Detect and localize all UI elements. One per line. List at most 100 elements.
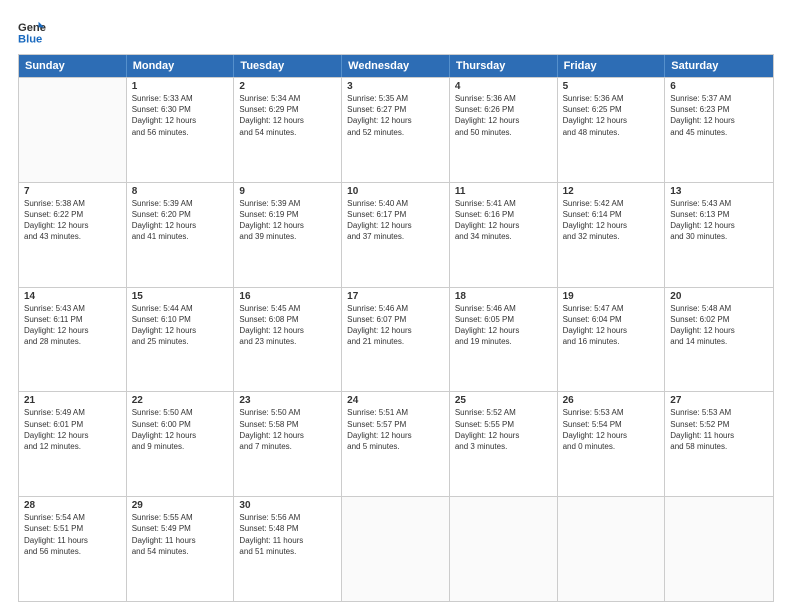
- cell-info: Sunrise: 5:39 AM Sunset: 6:20 PM Dayligh…: [132, 198, 229, 243]
- cell-info: Sunrise: 5:56 AM Sunset: 5:48 PM Dayligh…: [239, 512, 336, 557]
- calendar-body: 1Sunrise: 5:33 AM Sunset: 6:30 PM Daylig…: [19, 77, 773, 601]
- cell-info: Sunrise: 5:45 AM Sunset: 6:08 PM Dayligh…: [239, 303, 336, 348]
- calendar-row-0: 1Sunrise: 5:33 AM Sunset: 6:30 PM Daylig…: [19, 77, 773, 182]
- cell-info: Sunrise: 5:44 AM Sunset: 6:10 PM Dayligh…: [132, 303, 229, 348]
- calendar-cell: 24Sunrise: 5:51 AM Sunset: 5:57 PM Dayli…: [342, 392, 450, 496]
- day-number: 1: [132, 81, 229, 92]
- calendar-cell: 5Sunrise: 5:36 AM Sunset: 6:25 PM Daylig…: [558, 78, 666, 182]
- cell-info: Sunrise: 5:39 AM Sunset: 6:19 PM Dayligh…: [239, 198, 336, 243]
- cell-info: Sunrise: 5:47 AM Sunset: 6:04 PM Dayligh…: [563, 303, 660, 348]
- cell-info: Sunrise: 5:52 AM Sunset: 5:55 PM Dayligh…: [455, 407, 552, 452]
- calendar-cell: 3Sunrise: 5:35 AM Sunset: 6:27 PM Daylig…: [342, 78, 450, 182]
- cell-info: Sunrise: 5:37 AM Sunset: 6:23 PM Dayligh…: [670, 93, 768, 138]
- cell-info: Sunrise: 5:46 AM Sunset: 6:05 PM Dayligh…: [455, 303, 552, 348]
- calendar-cell: 26Sunrise: 5:53 AM Sunset: 5:54 PM Dayli…: [558, 392, 666, 496]
- calendar-row-2: 14Sunrise: 5:43 AM Sunset: 6:11 PM Dayli…: [19, 287, 773, 392]
- calendar-cell: [665, 497, 773, 601]
- svg-text:Blue: Blue: [18, 33, 42, 45]
- calendar-row-1: 7Sunrise: 5:38 AM Sunset: 6:22 PM Daylig…: [19, 182, 773, 287]
- calendar-cell: 14Sunrise: 5:43 AM Sunset: 6:11 PM Dayli…: [19, 288, 127, 392]
- day-number: 17: [347, 291, 444, 302]
- cell-info: Sunrise: 5:38 AM Sunset: 6:22 PM Dayligh…: [24, 198, 121, 243]
- day-number: 4: [455, 81, 552, 92]
- calendar-cell: [450, 497, 558, 601]
- calendar-row-3: 21Sunrise: 5:49 AM Sunset: 6:01 PM Dayli…: [19, 391, 773, 496]
- day-number: 27: [670, 395, 768, 406]
- cell-info: Sunrise: 5:50 AM Sunset: 6:00 PM Dayligh…: [132, 407, 229, 452]
- day-number: 16: [239, 291, 336, 302]
- calendar-cell: [19, 78, 127, 182]
- day-number: 15: [132, 291, 229, 302]
- calendar-cell: 13Sunrise: 5:43 AM Sunset: 6:13 PM Dayli…: [665, 183, 773, 287]
- calendar-cell: 28Sunrise: 5:54 AM Sunset: 5:51 PM Dayli…: [19, 497, 127, 601]
- day-number: 19: [563, 291, 660, 302]
- calendar-cell: 9Sunrise: 5:39 AM Sunset: 6:19 PM Daylig…: [234, 183, 342, 287]
- calendar-cell: 6Sunrise: 5:37 AM Sunset: 6:23 PM Daylig…: [665, 78, 773, 182]
- calendar-cell: 19Sunrise: 5:47 AM Sunset: 6:04 PM Dayli…: [558, 288, 666, 392]
- day-number: 20: [670, 291, 768, 302]
- weekday-header-sunday: Sunday: [19, 55, 127, 77]
- calendar-cell: 1Sunrise: 5:33 AM Sunset: 6:30 PM Daylig…: [127, 78, 235, 182]
- calendar-cell: 2Sunrise: 5:34 AM Sunset: 6:29 PM Daylig…: [234, 78, 342, 182]
- svg-text:General: General: [18, 22, 46, 34]
- cell-info: Sunrise: 5:54 AM Sunset: 5:51 PM Dayligh…: [24, 512, 121, 557]
- calendar-cell: 22Sunrise: 5:50 AM Sunset: 6:00 PM Dayli…: [127, 392, 235, 496]
- day-number: 10: [347, 186, 444, 197]
- day-number: 23: [239, 395, 336, 406]
- calendar-cell: 15Sunrise: 5:44 AM Sunset: 6:10 PM Dayli…: [127, 288, 235, 392]
- day-number: 6: [670, 81, 768, 92]
- cell-info: Sunrise: 5:43 AM Sunset: 6:13 PM Dayligh…: [670, 198, 768, 243]
- calendar-cell: 23Sunrise: 5:50 AM Sunset: 5:58 PM Dayli…: [234, 392, 342, 496]
- day-number: 30: [239, 500, 336, 511]
- weekday-header-wednesday: Wednesday: [342, 55, 450, 77]
- day-number: 8: [132, 186, 229, 197]
- cell-info: Sunrise: 5:43 AM Sunset: 6:11 PM Dayligh…: [24, 303, 121, 348]
- cell-info: Sunrise: 5:53 AM Sunset: 5:52 PM Dayligh…: [670, 407, 768, 452]
- cell-info: Sunrise: 5:53 AM Sunset: 5:54 PM Dayligh…: [563, 407, 660, 452]
- calendar-cell: 29Sunrise: 5:55 AM Sunset: 5:49 PM Dayli…: [127, 497, 235, 601]
- calendar-cell: [342, 497, 450, 601]
- calendar-cell: 7Sunrise: 5:38 AM Sunset: 6:22 PM Daylig…: [19, 183, 127, 287]
- calendar-cell: 20Sunrise: 5:48 AM Sunset: 6:02 PM Dayli…: [665, 288, 773, 392]
- weekday-header-saturday: Saturday: [665, 55, 773, 77]
- calendar-cell: 18Sunrise: 5:46 AM Sunset: 6:05 PM Dayli…: [450, 288, 558, 392]
- calendar-cell: 21Sunrise: 5:49 AM Sunset: 6:01 PM Dayli…: [19, 392, 127, 496]
- weekday-header-monday: Monday: [127, 55, 235, 77]
- calendar-cell: 16Sunrise: 5:45 AM Sunset: 6:08 PM Dayli…: [234, 288, 342, 392]
- day-number: 13: [670, 186, 768, 197]
- calendar-cell: 4Sunrise: 5:36 AM Sunset: 6:26 PM Daylig…: [450, 78, 558, 182]
- day-number: 22: [132, 395, 229, 406]
- day-number: 21: [24, 395, 121, 406]
- cell-info: Sunrise: 5:51 AM Sunset: 5:57 PM Dayligh…: [347, 407, 444, 452]
- day-number: 26: [563, 395, 660, 406]
- calendar-cell: 17Sunrise: 5:46 AM Sunset: 6:07 PM Dayli…: [342, 288, 450, 392]
- calendar-cell: 12Sunrise: 5:42 AM Sunset: 6:14 PM Dayli…: [558, 183, 666, 287]
- cell-info: Sunrise: 5:33 AM Sunset: 6:30 PM Dayligh…: [132, 93, 229, 138]
- cell-info: Sunrise: 5:40 AM Sunset: 6:17 PM Dayligh…: [347, 198, 444, 243]
- cell-info: Sunrise: 5:35 AM Sunset: 6:27 PM Dayligh…: [347, 93, 444, 138]
- day-number: 28: [24, 500, 121, 511]
- weekday-header-tuesday: Tuesday: [234, 55, 342, 77]
- day-number: 11: [455, 186, 552, 197]
- calendar-cell: 27Sunrise: 5:53 AM Sunset: 5:52 PM Dayli…: [665, 392, 773, 496]
- calendar-cell: 11Sunrise: 5:41 AM Sunset: 6:16 PM Dayli…: [450, 183, 558, 287]
- cell-info: Sunrise: 5:48 AM Sunset: 6:02 PM Dayligh…: [670, 303, 768, 348]
- weekday-header-thursday: Thursday: [450, 55, 558, 77]
- day-number: 25: [455, 395, 552, 406]
- cell-info: Sunrise: 5:36 AM Sunset: 6:25 PM Dayligh…: [563, 93, 660, 138]
- day-number: 3: [347, 81, 444, 92]
- logo-icon: General Blue: [18, 18, 46, 46]
- cell-info: Sunrise: 5:49 AM Sunset: 6:01 PM Dayligh…: [24, 407, 121, 452]
- cell-info: Sunrise: 5:42 AM Sunset: 6:14 PM Dayligh…: [563, 198, 660, 243]
- calendar-header: SundayMondayTuesdayWednesdayThursdayFrid…: [19, 55, 773, 77]
- calendar-cell: 30Sunrise: 5:56 AM Sunset: 5:48 PM Dayli…: [234, 497, 342, 601]
- day-number: 7: [24, 186, 121, 197]
- weekday-header-friday: Friday: [558, 55, 666, 77]
- calendar-cell: 25Sunrise: 5:52 AM Sunset: 5:55 PM Dayli…: [450, 392, 558, 496]
- day-number: 29: [132, 500, 229, 511]
- calendar-row-4: 28Sunrise: 5:54 AM Sunset: 5:51 PM Dayli…: [19, 496, 773, 601]
- cell-info: Sunrise: 5:55 AM Sunset: 5:49 PM Dayligh…: [132, 512, 229, 557]
- day-number: 14: [24, 291, 121, 302]
- calendar-cell: [558, 497, 666, 601]
- header: General Blue: [18, 18, 774, 46]
